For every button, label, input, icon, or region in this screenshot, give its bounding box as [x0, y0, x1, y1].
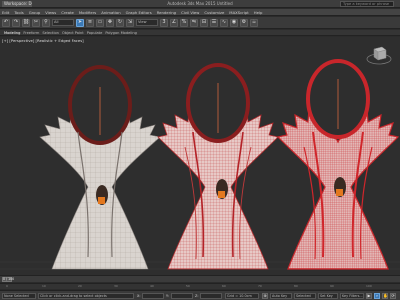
menu-modifiers[interactable]: Modifiers — [79, 10, 96, 15]
perspective-viewport[interactable]: [+] [Perspective] [Realistic + Edged Fac… — [0, 37, 400, 275]
ribbon-tab-selection[interactable]: Selection — [42, 31, 59, 35]
unlink-icon[interactable]: ✂ — [32, 18, 40, 27]
ribbon-tab-populate[interactable]: Populate — [87, 31, 103, 35]
model-clock-highpoly[interactable] — [276, 59, 400, 270]
track-bar[interactable]: 0 10 20 30 40 50 60 70 80 90 100 — [0, 283, 400, 289]
render-icon[interactable]: ☕ — [250, 18, 258, 27]
status-bar: None Selected Click or click-and-drag to… — [0, 290, 400, 300]
menu-edit[interactable]: Edit — [2, 10, 9, 15]
track-tick: 30 — [114, 284, 118, 288]
menu-civil-view[interactable]: Civil View — [181, 10, 199, 15]
track-tick: 10 — [42, 284, 46, 288]
material-editor-icon[interactable]: ◉ — [230, 18, 238, 27]
track-tick: 40 — [150, 284, 154, 288]
track-tick: 70 — [258, 284, 262, 288]
layers-icon[interactable]: ☰ — [210, 18, 218, 27]
menu-animation[interactable]: Animation — [101, 10, 120, 15]
menu-customize[interactable]: Customize — [204, 10, 224, 15]
menu-maxscript[interactable]: MAXScript — [229, 10, 249, 15]
menu-views[interactable]: Views — [45, 10, 56, 15]
region-icon[interactable]: ▭ — [96, 18, 104, 27]
render-setup-icon[interactable]: ⚙ — [240, 18, 248, 27]
play-icon[interactable]: ▶ — [366, 293, 372, 299]
rotate-icon[interactable]: ↻ — [116, 18, 124, 27]
prompt-line: Click or click-and-drag to select object… — [38, 293, 134, 299]
zoom-icon[interactable]: ⌕ — [374, 293, 380, 299]
track-tick: 60 — [222, 284, 226, 288]
search-input[interactable]: Type a keyword or phrase — [340, 1, 394, 7]
menu-group[interactable]: Group — [29, 10, 41, 15]
track-tick: 100 — [366, 284, 372, 288]
menu-help[interactable]: Help — [254, 10, 263, 15]
window-title: Autodesk 3ds Max 2015 Untitled — [167, 1, 233, 6]
move-icon[interactable]: ✥ — [106, 18, 114, 27]
set-key-button[interactable]: Set Key — [318, 293, 338, 299]
time-slider-frame: 0 / 100 — [3, 277, 15, 281]
set-key-mode-dropdown[interactable]: Selected — [294, 293, 316, 299]
menu-tools[interactable]: Tools — [14, 10, 23, 15]
orbit-icon[interactable]: ⟳ — [390, 293, 396, 299]
viewport-scene — [0, 59, 400, 270]
track-tick: 90 — [330, 284, 334, 288]
select-icon[interactable]: ➤ — [76, 18, 84, 27]
snap-icon[interactable]: 3 — [160, 18, 168, 27]
x-label: X: — [137, 294, 141, 298]
track-tick: 0 — [6, 284, 8, 288]
menu-rendering[interactable]: Rendering — [157, 10, 176, 15]
model-clock-lowpoly[interactable] — [39, 65, 161, 270]
key-filters-button[interactable]: Key Filters... — [340, 293, 364, 299]
title-bar: Workspace: Default Autodesk 3ds Max 2015… — [0, 0, 400, 8]
percent-snap-icon[interactable]: % — [180, 18, 188, 27]
undo-icon[interactable]: ↶ — [2, 18, 10, 27]
reference-coord-dropdown[interactable]: View — [136, 19, 158, 26]
viewcube-icon[interactable] — [366, 41, 392, 67]
grid-size: Grid = 10.0cm — [225, 293, 259, 299]
ribbon-tab-freeform[interactable]: Freeform — [23, 31, 39, 35]
track-tick: 80 — [294, 284, 298, 288]
selection-status: None Selected — [2, 293, 36, 299]
y-coordinate-field[interactable] — [171, 293, 193, 299]
menu-create[interactable]: Create — [61, 10, 74, 15]
track-tick: 50 — [186, 284, 190, 288]
angle-snap-icon[interactable]: ∠ — [170, 18, 178, 27]
pan-icon[interactable]: ✋ — [382, 293, 388, 299]
ribbon-tab-object-paint[interactable]: Object Paint — [62, 31, 84, 35]
link-icon[interactable]: ⛓ — [22, 18, 30, 27]
set-key-icon[interactable]: ⊕ — [262, 293, 268, 299]
time-slider[interactable]: 0 / 100 — [0, 275, 400, 282]
menu-bar: Edit Tools Group Views Create Modifiers … — [0, 9, 400, 16]
track-tick: 20 — [78, 284, 82, 288]
z-label: Z: — [195, 294, 199, 298]
ribbon: Modeling Freeform Selection Object Paint… — [0, 30, 400, 36]
selection-filter-dropdown[interactable]: All — [52, 19, 74, 26]
model-clock-midpoly[interactable] — [157, 63, 279, 270]
redo-icon[interactable]: ↷ — [12, 18, 20, 27]
curve-editor-icon[interactable]: ∿ — [220, 18, 228, 27]
ribbon-tab-modeling[interactable]: Modeling — [4, 31, 20, 35]
auto-key-button[interactable]: Auto Key — [270, 293, 292, 299]
workspace-dropdown[interactable]: Workspace: Default — [2, 0, 32, 7]
z-coordinate-field[interactable] — [200, 293, 222, 299]
mirror-icon[interactable]: ⇋ — [190, 18, 198, 27]
y-label: Y: — [166, 294, 169, 298]
main-toolbar: ↶ ↷ ⛓ ✂ ⚲ All ➤ ≡ ▭ ✥ ↻ ⇲ View 3 ∠ % ⇋ ⊟… — [0, 17, 400, 29]
x-coordinate-field[interactable] — [142, 293, 164, 299]
align-icon[interactable]: ⊟ — [200, 18, 208, 27]
ribbon-subpanel: Polygon Modeling — [105, 30, 137, 35]
menu-graph-editors[interactable]: Graph Editors — [126, 10, 152, 15]
scale-icon[interactable]: ⇲ — [126, 18, 134, 27]
select-name-icon[interactable]: ≡ — [86, 18, 94, 27]
bind-icon[interactable]: ⚲ — [42, 18, 50, 27]
